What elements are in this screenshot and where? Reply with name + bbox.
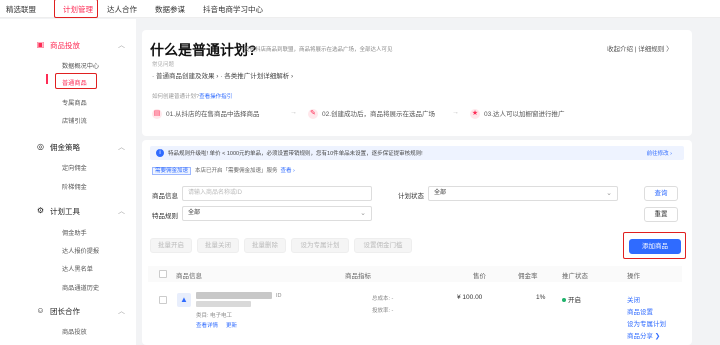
rule-select[interactable]: 全部 ⌄ — [182, 206, 372, 221]
create-icon: ✎ — [308, 109, 318, 120]
notice-banner: i 特品规则升级啦! 单价 < 1000元的单品，必须设置带销规则，您有10件单… — [150, 146, 684, 160]
arrow-right-icon: → — [452, 109, 459, 116]
batch-disable-button[interactable]: 批量关闭 — [197, 238, 239, 253]
highlight-box-add — [623, 232, 686, 259]
nav-jingxuan[interactable]: 精选联盟 — [6, 4, 36, 15]
batch-delete-button[interactable]: 批量删除 — [244, 238, 286, 253]
sidebar-item-creator-blacklist[interactable]: 达人黑名单 — [62, 264, 93, 273]
col-product-info: 商品信息 — [176, 273, 202, 280]
step-2: ✎ 02.创建成功后，商品将展示在选品广场 — [308, 108, 435, 120]
product-category: 类目: 电子电工 — [196, 313, 233, 319]
sidebar-item-exclusive-products[interactable]: 专属商品 — [62, 98, 87, 107]
arrow-right-icon: → — [290, 109, 297, 116]
plan-status-label: 计划状态 — [398, 193, 424, 200]
product-id-blurred — [196, 301, 251, 307]
batch-enable-button[interactable]: 批量开启 — [150, 238, 192, 253]
promo-tag: 需要佣金加速 — [152, 167, 192, 175]
sidebar-section-leader-coop[interactable]: ☺ 团长合作 — [36, 306, 80, 317]
col-price: 售价 — [473, 273, 486, 280]
col-metrics: 商品指标 — [345, 273, 371, 280]
set-threshold-button[interactable]: 设置佣金门槛 — [354, 238, 412, 253]
step-1: ▤ 01.从抖店的在售商品中选择商品 — [152, 109, 260, 120]
set-exclusive-button[interactable]: 设为专属计划 — [291, 238, 349, 253]
info-icon: i — [156, 149, 164, 157]
collapse-intro-link[interactable]: 收起介绍 | 详细规则 〉 — [607, 43, 673, 53]
step-3: ★ 03.达人可以加橱窗进行推广 — [470, 109, 565, 120]
price-value: ¥ 100.00 — [457, 294, 483, 301]
col-commission: 佣金率 — [518, 273, 538, 280]
select-all-checkbox[interactable] — [159, 270, 167, 278]
sidebar-section-plan-tools[interactable]: ⚙ 计划工具 — [37, 206, 80, 217]
chevron-up-icon[interactable]: ︿ — [118, 206, 125, 216]
status-badge: 开启 — [562, 294, 581, 304]
howto: 如何创建普通计划?查看操作指引 — [152, 94, 233, 100]
nav-learning-center[interactable]: 抖音电商学习中心 — [203, 4, 263, 15]
promote-icon: ★ — [470, 109, 480, 120]
product-name-blurred — [196, 292, 272, 299]
op-close[interactable]: 关闭 — [627, 294, 640, 304]
sidebar-item-targeted-commission[interactable]: 定向佣金 — [62, 163, 87, 172]
sidebar-item-creator-quote[interactable]: 达人报价提报 — [62, 246, 99, 255]
chevron-up-icon[interactable]: ︿ — [118, 306, 125, 316]
go-modify-link[interactable]: 前往修改 › — [647, 149, 672, 157]
top-navigation: 精选联盟 计划管理 达人合作 数据参谋 抖音电商学习中心 — [0, 0, 720, 18]
sidebar-section-commission[interactable]: ◎ 佣金策略 — [37, 142, 80, 153]
status-dot-icon — [562, 298, 566, 303]
active-indicator — [46, 74, 48, 84]
op-product-settings[interactable]: 商品设置 — [627, 306, 653, 316]
box-icon: ▣ — [36, 40, 45, 49]
op-product-share[interactable]: 商品分享 ❯ — [627, 330, 660, 340]
commission-icon: ◎ — [37, 142, 44, 151]
product-info-label: 商品信息 — [152, 193, 178, 200]
sidebar-item-channel-history[interactable]: 商品通道历史 — [62, 283, 99, 292]
plan-status-select[interactable]: 全部 ⌄ — [428, 186, 618, 201]
sidebar-item-commission-helper[interactable]: 佣金助手 — [62, 228, 87, 237]
chevron-up-icon[interactable]: ︿ — [118, 142, 125, 152]
nav-data[interactable]: 数据参谋 — [155, 4, 185, 15]
metric-cost: 总成本: - — [372, 296, 394, 302]
sidebar-item-data-center[interactable]: 数据概况中心 — [62, 61, 99, 70]
sidebar-item-store-traffic[interactable]: 店铺引流 — [62, 116, 87, 125]
product-id-label: ID — [276, 293, 282, 299]
highlight-box-sidebar — [55, 73, 97, 89]
op-set-exclusive[interactable]: 设为专属计划 — [627, 318, 666, 328]
row-checkbox[interactable] — [159, 296, 167, 304]
rule-label: 特品规则 — [152, 213, 178, 220]
page-title: 什么是普通计划? — [150, 42, 257, 58]
chevron-down-icon: ⌄ — [360, 210, 366, 217]
product-image: ▲ — [177, 293, 191, 307]
highlight-box-nav — [54, 0, 98, 18]
select-icon: ▤ — [152, 109, 162, 120]
chevron-up-icon[interactable]: ︿ — [118, 40, 125, 50]
faq-title: 常见问题 — [152, 62, 175, 68]
howto-link[interactable]: 查看操作指引 — [199, 94, 232, 100]
chevron-down-icon: ⌄ — [606, 190, 612, 197]
nav-creator-coop[interactable]: 达人合作 — [107, 4, 137, 15]
page-subtitle: 投放抖店商品到联盟，商品将展示在选品广场，全部达人可见 — [244, 47, 393, 53]
sidebar-item-leader-delivery[interactable]: 商品投放 — [62, 327, 87, 336]
metric-rate: 投放率: - — [372, 308, 394, 314]
search-button[interactable]: 查询 — [644, 186, 678, 201]
promo-view-link[interactable]: 查看 › — [281, 168, 295, 174]
sidebar-item-tiered-commission[interactable]: 阶梯佣金 — [62, 182, 87, 191]
col-operations: 操作 — [627, 273, 640, 280]
sidebar-section-product-delivery[interactable]: ▣ 商品投放 — [37, 40, 80, 51]
view-detail-link[interactable]: 查看详情 — [196, 321, 218, 329]
tools-icon: ⚙ — [36, 206, 45, 215]
reset-button[interactable]: 重置 — [644, 207, 678, 222]
update-link[interactable]: 更新 — [226, 321, 237, 329]
team-icon: ☺ — [36, 306, 45, 315]
col-status: 推广状态 — [562, 273, 588, 280]
promo-line: 需要佣金加速 本店已开启「需要佣金加速」服务 查看 › — [152, 166, 295, 175]
faq-links[interactable]: · 普通商品创建及效果 › · 各类推广计划详细解析 › — [152, 70, 293, 80]
product-search-input[interactable]: 请输入商品名称或ID — [182, 186, 372, 201]
commission-value: 1% — [536, 294, 546, 301]
table-header — [148, 266, 682, 282]
